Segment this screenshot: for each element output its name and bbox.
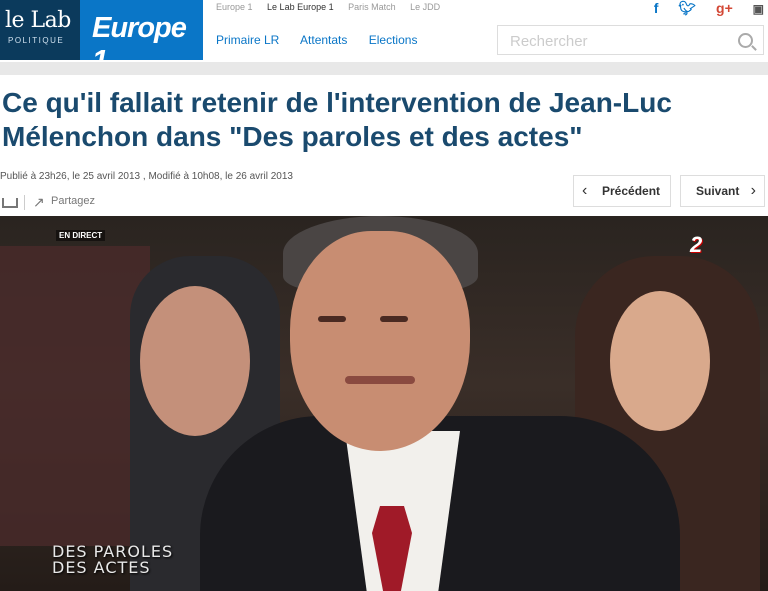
article-title: Ce qu'il fallait retenir de l'interventi… bbox=[2, 87, 672, 152]
google-plus-icon[interactable]: g+ bbox=[716, 0, 733, 16]
nav-item-elections[interactable]: Elections bbox=[369, 33, 418, 47]
top-link-lab[interactable]: Le Lab Europe 1 bbox=[267, 2, 334, 12]
divider-bar bbox=[0, 62, 768, 75]
search-input[interactable] bbox=[498, 26, 732, 56]
search-box bbox=[497, 25, 764, 56]
print-icon[interactable] bbox=[2, 198, 18, 208]
top-link-parismatch[interactable]: Paris Match bbox=[348, 2, 396, 12]
site-header: le Lab POLITIQUE Europe 1 Europe 1 Le La… bbox=[0, 0, 768, 77]
tools-divider bbox=[24, 195, 25, 210]
lab-logo-text: le Lab bbox=[5, 8, 71, 33]
chevron-right-icon: › bbox=[750, 182, 756, 199]
previous-button[interactable]: ‹ Précédent bbox=[573, 175, 671, 207]
chevron-left-icon: ‹ bbox=[582, 182, 588, 199]
main-nav: Primaire LR Attentats Elections bbox=[216, 33, 435, 47]
nav-item-primaire-lr[interactable]: Primaire LR bbox=[216, 33, 279, 47]
channel-logo: 2 bbox=[690, 232, 703, 257]
top-link-europe1[interactable]: Europe 1 bbox=[216, 2, 253, 12]
top-link-jdd[interactable]: Le JDD bbox=[410, 2, 440, 12]
previous-label: Précédent bbox=[602, 184, 661, 198]
search-icon[interactable] bbox=[738, 33, 753, 48]
twitter-icon[interactable]: 🐦︎ bbox=[678, 0, 696, 17]
show-logo-line2: DES ACTES bbox=[52, 558, 151, 577]
next-label: Suivant bbox=[696, 184, 740, 198]
nav-item-attentats[interactable]: Attentats bbox=[300, 33, 347, 47]
top-links: Europe 1 Le Lab Europe 1 Paris Match Le … bbox=[216, 2, 452, 12]
instagram-icon[interactable]: ▣ bbox=[753, 2, 764, 16]
europe1-logo[interactable]: Europe 1 bbox=[80, 0, 203, 77]
social-links: f 🐦︎ g+ ▣ bbox=[638, 0, 764, 17]
lab-logo-subtitle: POLITIQUE bbox=[8, 36, 65, 45]
show-logo: DES PAROLES DES ACTES bbox=[52, 544, 173, 576]
lab-logo[interactable]: le Lab POLITIQUE bbox=[0, 0, 80, 60]
next-button[interactable]: Suivant › bbox=[680, 175, 765, 207]
share-button[interactable]: Partagez bbox=[51, 195, 111, 207]
article-meta: Publié à 23h26, le 25 avril 2013 , Modif… bbox=[0, 171, 293, 182]
facebook-icon[interactable]: f bbox=[654, 0, 659, 16]
share-icon[interactable]: ↗ bbox=[33, 194, 45, 211]
live-badge: EN DIRECT bbox=[56, 230, 106, 241]
article-photo bbox=[0, 216, 768, 591]
